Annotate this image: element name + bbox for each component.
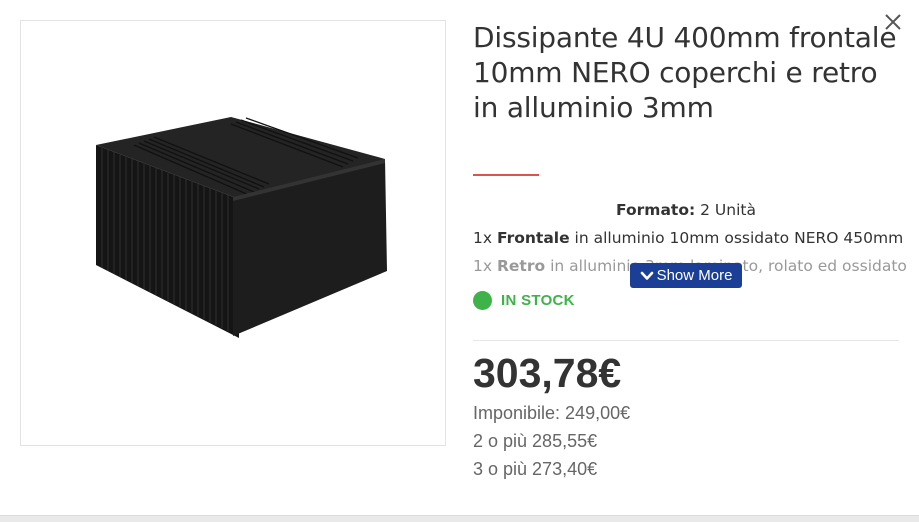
product-image[interactable] xyxy=(20,20,446,446)
spec-retro-qty: 1x xyxy=(473,257,493,275)
product-price: 303,78€ xyxy=(473,350,622,396)
title-underline xyxy=(473,174,539,176)
stock-label: IN STOCK xyxy=(501,292,575,309)
spec-frontale: 1x Frontale in alluminio 10mm ossidato N… xyxy=(473,226,903,254)
spec-retro-label: Retro xyxy=(496,257,546,275)
spec-frontale-desc: in alluminio 10mm ossidato NERO 450mm xyxy=(574,229,904,247)
tier-price-2: 2 o più 285,55€ xyxy=(473,431,598,451)
product-title: Dissipante 4U 400mm frontale 10mm NERO c… xyxy=(473,21,897,124)
stock-status: IN STOCK xyxy=(473,291,575,310)
spec-format-label: Formato: xyxy=(616,201,696,219)
stock-indicator-icon xyxy=(473,291,492,310)
chevron-down-icon xyxy=(640,271,653,280)
divider xyxy=(473,340,899,341)
spec-format: Formato: 2 Unità xyxy=(473,198,899,226)
bottom-bar xyxy=(0,515,919,522)
show-more-label: Show More xyxy=(656,267,733,284)
spec-frontale-label: Frontale xyxy=(496,229,570,247)
show-more-button[interactable]: Show More xyxy=(630,263,742,288)
tier-price-3: 3 o più 273,40€ xyxy=(473,459,598,479)
spec-format-value: 2 Unità xyxy=(700,201,756,219)
heatsink-enclosure-image xyxy=(96,117,387,338)
imponibile-price: Imponibile: 249,00€ xyxy=(473,403,631,423)
spec-frontale-qty: 1x xyxy=(473,229,493,247)
